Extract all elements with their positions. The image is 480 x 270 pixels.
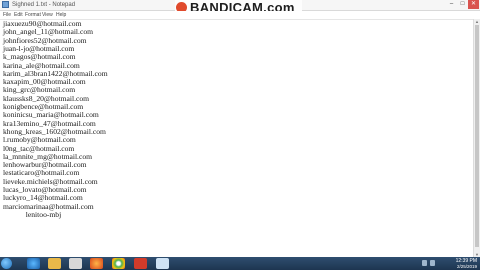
volume-icon[interactable]	[430, 260, 435, 266]
menu-view[interactable]: View	[42, 11, 53, 19]
scroll-up-arrow-icon[interactable]: ▲	[474, 19, 480, 24]
explorer-icon[interactable]	[48, 258, 61, 269]
maximize-button[interactable]: □	[457, 0, 468, 9]
network-icon[interactable]	[422, 260, 427, 266]
menu-edit[interactable]: Edit	[14, 11, 23, 19]
minimize-button[interactable]: –	[446, 0, 457, 9]
text-line: lenitoo-mbj	[3, 209, 62, 219]
menu-bar: File Edit Format View Help	[0, 11, 480, 19]
window-title: Sighned 1.txt - Notepad	[12, 2, 76, 8]
windows-start-icon[interactable]	[1, 258, 12, 269]
clock-date[interactable]: 2/25/2019	[443, 264, 477, 269]
taskbar: 12:39 PM 2/25/2019	[0, 257, 480, 270]
notepad-taskbar-icon[interactable]	[156, 258, 169, 269]
firefox-icon[interactable]	[90, 258, 103, 269]
bandicam-icon[interactable]	[134, 258, 147, 269]
close-button[interactable]: ✕	[468, 0, 479, 9]
media-icon[interactable]	[69, 258, 82, 269]
menu-file[interactable]: File	[3, 11, 11, 19]
menu-help[interactable]: Help	[56, 11, 66, 19]
vertical-scrollbar[interactable]: ▲ ▼	[473, 19, 480, 257]
menu-format[interactable]: Format	[25, 11, 41, 19]
text-editor[interactable]: jiaxuezu90@hotmail.com john_angel_11@hot…	[0, 19, 473, 258]
ie-icon[interactable]	[27, 258, 40, 269]
system-tray: 12:39 PM 2/25/2019	[443, 257, 477, 270]
scrollbar-thumb[interactable]	[475, 25, 479, 247]
chrome-icon[interactable]	[112, 258, 125, 269]
notepad-icon	[2, 1, 9, 8]
